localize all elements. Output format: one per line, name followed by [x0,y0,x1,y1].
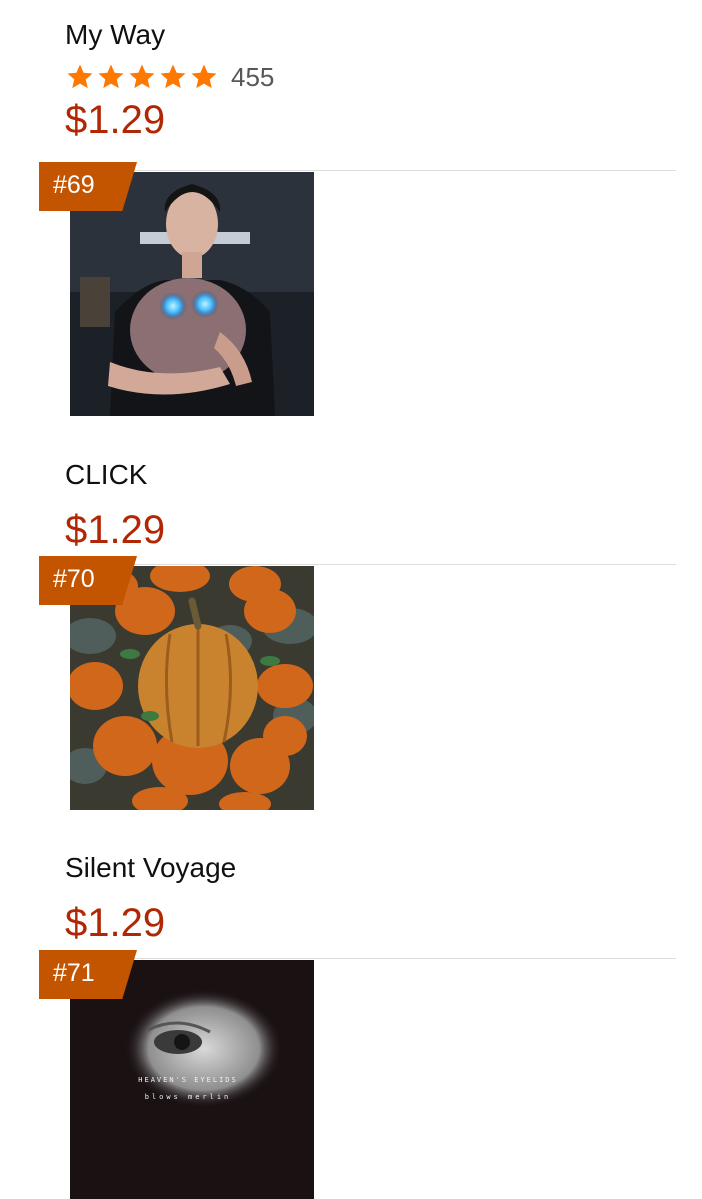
rating-count[interactable]: 455 [231,62,274,93]
price: $1.29 [65,98,166,142]
track-entry-header: Silent Voyage $1.29 [65,851,236,947]
rank-number: #71 [53,959,95,987]
album-art-text: HEAVEN'S EYELIDS [138,1076,237,1084]
track-entry-header: CLICK $1.29 [65,458,165,554]
divider [40,564,676,565]
track-title[interactable]: My Way [65,18,274,52]
divider [40,170,676,171]
star-icon [127,62,157,92]
divider [40,958,676,959]
star-rating[interactable] [65,62,219,92]
price: $1.29 [65,508,166,552]
track-entry-header: My Way 455 $1.29 [65,18,274,144]
star-icon [65,62,95,92]
star-icon [189,62,219,92]
star-icon [158,62,188,92]
price: $1.29 [65,901,166,945]
rank-badge: #70 [39,556,137,605]
album-art-subtext: blows merlin [145,1093,232,1101]
rank-badge: #69 [39,162,137,211]
rank-badge: #71 [39,950,137,999]
rank-number: #70 [53,565,95,593]
rating-row[interactable]: 455 [65,60,274,94]
track-title[interactable]: Silent Voyage [65,851,236,885]
track-title[interactable]: CLICK [65,458,165,492]
star-icon [96,62,126,92]
rank-number: #69 [53,171,95,199]
